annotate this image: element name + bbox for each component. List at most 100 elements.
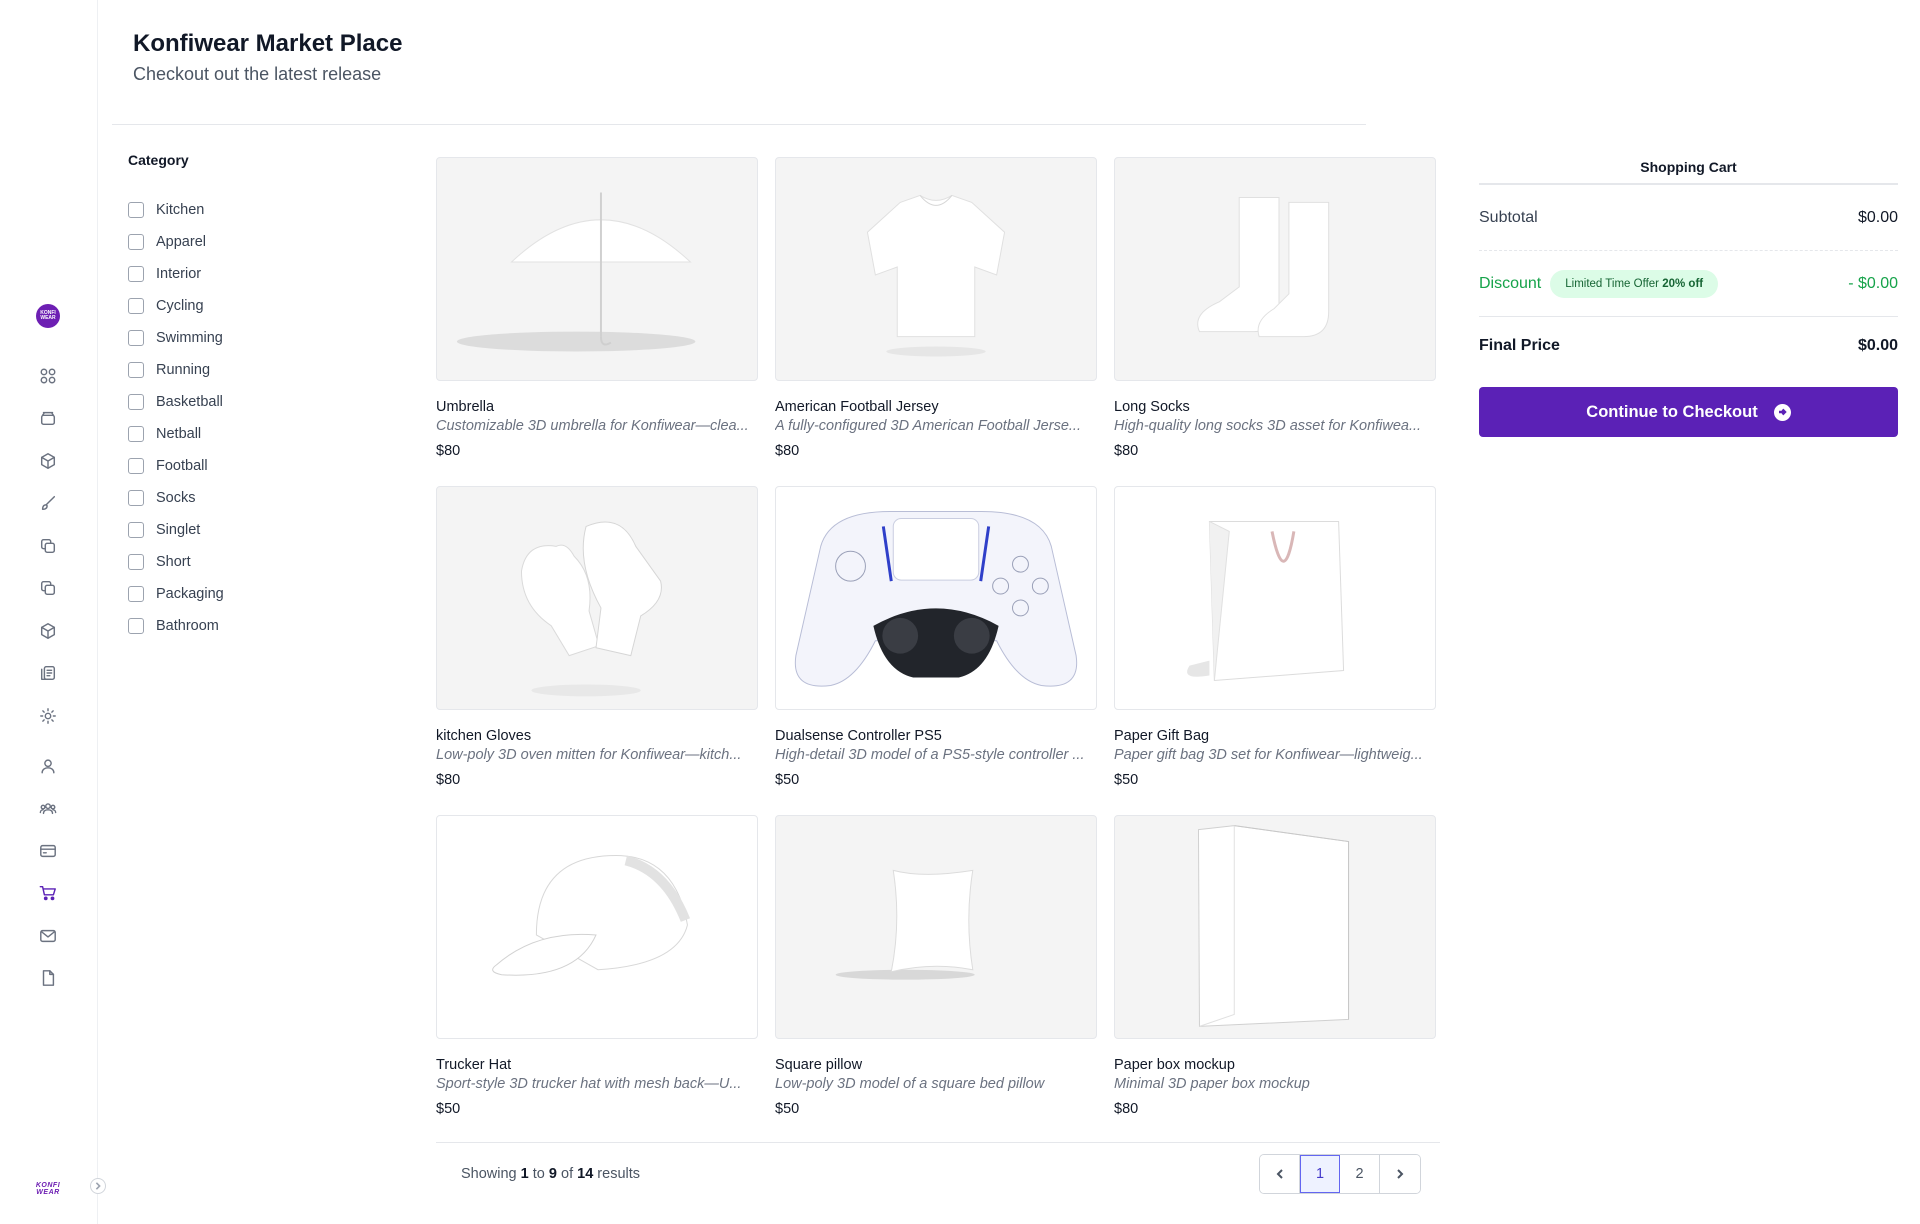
product-description: Low-poly 3D oven mitten for Konfiwear—ki… — [436, 747, 742, 763]
product-name[interactable]: Paper Gift Bag — [1114, 728, 1436, 744]
copy-icon[interactable] — [38, 536, 58, 556]
category-filter-item[interactable]: Cycling — [128, 290, 224, 322]
product-card[interactable]: Umbrella Customizable 3D umbrella for Ko… — [436, 157, 758, 486]
duplicate-icon[interactable] — [38, 578, 58, 598]
credit-card-icon[interactable] — [38, 841, 58, 861]
product-name[interactable]: Trucker Hat — [436, 1057, 758, 1073]
next-page-button[interactable] — [1380, 1155, 1420, 1193]
offer-percent: 20% off — [1662, 277, 1704, 290]
category-checkbox[interactable] — [128, 458, 144, 474]
product-price: $80 — [436, 772, 461, 788]
brand-avatar[interactable]: KONFI WEAR — [36, 304, 60, 328]
cart-subtotal-row: Subtotal $0.00 — [1479, 185, 1898, 251]
product-name[interactable]: American Football Jersey — [775, 399, 1097, 415]
product-image-paper-box[interactable] — [1114, 815, 1436, 1039]
results-to-word: to — [532, 1166, 545, 1182]
product-image-gift-bag[interactable] — [1114, 486, 1436, 710]
category-filter-item[interactable]: Kitchen — [128, 194, 224, 226]
page-subtitle: Checkout out the latest release — [133, 64, 382, 84]
offer-text: Limited Time Offer — [1565, 277, 1659, 290]
product-image-jersey[interactable] — [775, 157, 1097, 381]
product-card[interactable]: Square pillow Low-poly 3D model of a squ… — [775, 815, 1097, 1144]
dashboard-icon[interactable] — [38, 366, 58, 386]
category-filter-item[interactable]: Football — [128, 450, 224, 482]
category-checkbox[interactable] — [128, 362, 144, 378]
category-label: Bathroom — [156, 618, 219, 634]
product-image-trucker-hat[interactable] — [436, 815, 758, 1039]
header-divider — [112, 124, 1366, 125]
final-price-label: Final Price — [1479, 337, 1560, 354]
category-filter-item[interactable]: Socks — [128, 482, 224, 514]
category-filter-item[interactable]: Interior — [128, 258, 224, 290]
product-card[interactable]: Dualsense Controller PS5 High-detail 3D … — [775, 486, 1097, 815]
sidebar: KONFI WEAR KONFI WEAR — [0, 0, 98, 1224]
product-name[interactable]: Dualsense Controller PS5 — [775, 728, 1097, 744]
category-filter-item[interactable]: Running — [128, 354, 224, 386]
page-button-2[interactable]: 2 — [1340, 1155, 1380, 1193]
category-filter-item[interactable]: Swimming — [128, 322, 224, 354]
category-label: Netball — [156, 426, 202, 442]
category-filter-title: Category — [128, 152, 189, 168]
product-card[interactable]: Trucker Hat Sport-style 3D trucker hat w… — [436, 815, 758, 1144]
category-checkbox[interactable] — [128, 490, 144, 506]
category-label: Packaging — [156, 586, 224, 602]
product-name[interactable]: Square pillow — [775, 1057, 1097, 1073]
brush-icon[interactable] — [38, 493, 58, 513]
discount-group: Discount Limited Time Offer 20% off — [1479, 269, 1719, 298]
category-filter-item[interactable]: Basketball — [128, 386, 224, 418]
category-checkbox[interactable] — [128, 554, 144, 570]
product-card[interactable]: kitchen Gloves Low-poly 3D oven mitten f… — [436, 486, 758, 815]
category-filter-item[interactable]: Singlet — [128, 514, 224, 546]
chevron-right-icon — [1397, 1169, 1404, 1179]
product-card[interactable]: Paper box mockup Minimal 3D paper box mo… — [1114, 815, 1436, 1144]
clipboard-icon[interactable] — [38, 663, 58, 683]
product-card[interactable]: Long Socks High-quality long socks 3D as… — [1114, 157, 1436, 486]
box-icon[interactable] — [38, 451, 58, 471]
product-description: High-detail 3D model of a PS5-style cont… — [775, 747, 1085, 763]
cart-icon[interactable] — [38, 883, 58, 903]
category-filter-item[interactable]: Short — [128, 546, 224, 578]
product-description: Paper gift bag 3D set for Konfiwear—ligh… — [1114, 747, 1423, 763]
brand-avatar-text: KONFI WEAR — [40, 310, 56, 321]
category-filter-item[interactable]: Bathroom — [128, 610, 224, 642]
page-button-1[interactable]: 1 — [1300, 1155, 1340, 1193]
category-filter-item[interactable]: Netball — [128, 418, 224, 450]
product-image-gloves[interactable] — [436, 486, 758, 710]
category-checkbox[interactable] — [128, 426, 144, 442]
product-image-socks[interactable] — [1114, 157, 1436, 381]
stack-icon[interactable] — [38, 408, 58, 428]
category-checkbox[interactable] — [128, 330, 144, 346]
product-card[interactable]: American Football Jersey A fully-configu… — [775, 157, 1097, 486]
category-checkbox[interactable] — [128, 266, 144, 282]
settings-icon[interactable] — [38, 706, 58, 726]
product-price: $80 — [436, 443, 461, 459]
product-image-umbrella[interactable] — [436, 157, 758, 381]
category-label: Singlet — [156, 522, 201, 538]
category-checkbox[interactable] — [128, 618, 144, 634]
previous-page-button[interactable] — [1260, 1155, 1300, 1193]
product-name[interactable]: Paper box mockup — [1114, 1057, 1436, 1073]
cube-icon[interactable] — [38, 621, 58, 641]
product-name[interactable]: Long Socks — [1114, 399, 1436, 415]
category-checkbox[interactable] — [128, 394, 144, 410]
category-checkbox[interactable] — [128, 298, 144, 314]
category-checkbox[interactable] — [128, 522, 144, 538]
category-checkbox[interactable] — [128, 202, 144, 218]
product-name[interactable]: kitchen Gloves — [436, 728, 758, 744]
category-checkbox[interactable] — [128, 234, 144, 250]
mail-icon[interactable] — [38, 926, 58, 946]
product-image-controller[interactable] — [775, 486, 1097, 710]
continue-to-checkout-button[interactable]: Continue to Checkout — [1479, 387, 1898, 437]
category-filter-item[interactable]: Apparel — [128, 226, 224, 258]
file-icon[interactable] — [38, 968, 58, 988]
team-icon[interactable] — [38, 798, 58, 818]
category-filter-item[interactable]: Packaging — [128, 578, 224, 610]
user-icon[interactable] — [38, 756, 58, 776]
product-image-pillow[interactable] — [775, 815, 1097, 1039]
arrow-right-icon — [1773, 403, 1791, 421]
final-price-value: $0.00 — [1857, 337, 1898, 354]
product-card[interactable]: Paper Gift Bag Paper gift bag 3D set for… — [1114, 486, 1436, 815]
product-name[interactable]: Umbrella — [436, 399, 758, 415]
collapse-sidebar-button[interactable] — [90, 1178, 106, 1194]
category-checkbox[interactable] — [128, 586, 144, 602]
